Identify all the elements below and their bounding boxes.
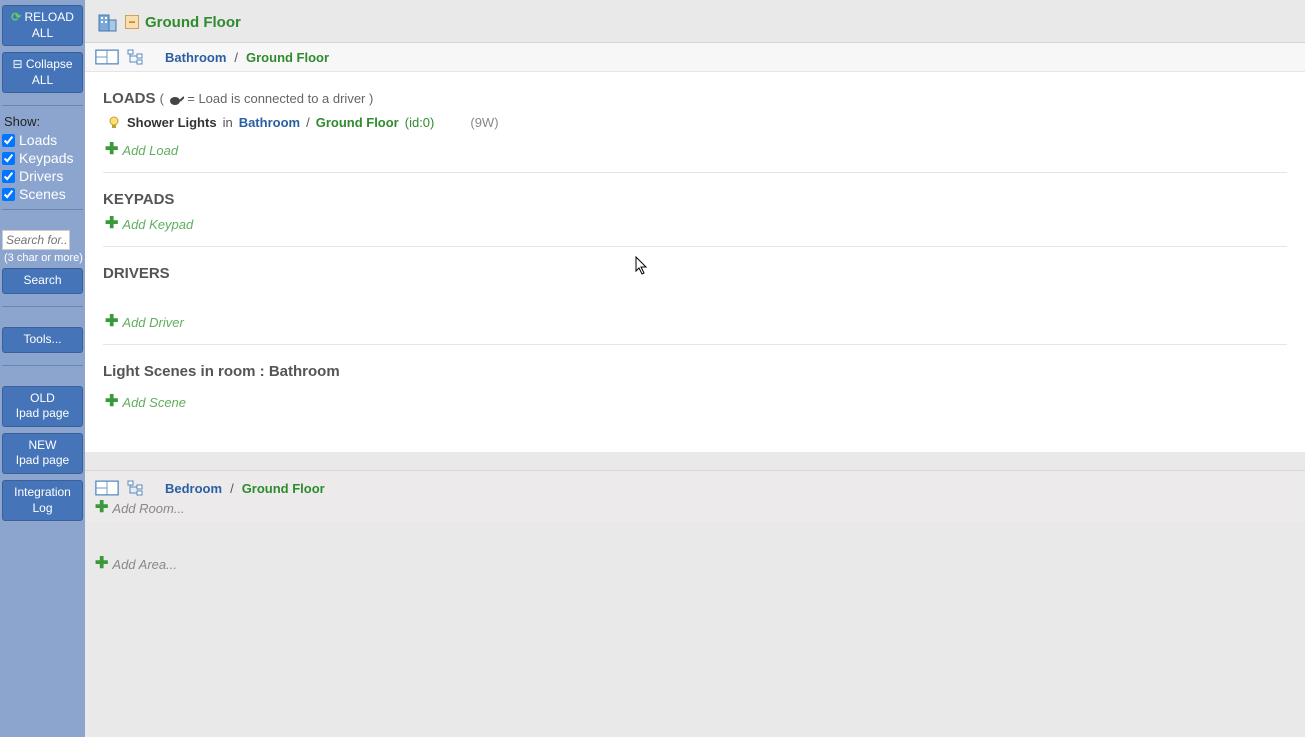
- room-bathroom-body: LOADS ( = Load is connected to a driver …: [85, 72, 1305, 452]
- drivers-title: DRIVERS: [103, 265, 1287, 282]
- reload-icon: ⟳: [11, 10, 24, 24]
- show-label: Show:: [2, 112, 83, 131]
- loads-section: LOADS ( = Load is connected to a driver …: [103, 90, 1287, 173]
- drivers-section: DRIVERS ✚Add Driver: [103, 265, 1287, 345]
- show-loads-toggle[interactable]: Loads: [2, 131, 83, 149]
- show-loads-checkbox[interactable]: [2, 134, 15, 147]
- load-area-link[interactable]: Ground Floor: [316, 115, 399, 130]
- add-load-button[interactable]: ✚Add Load: [103, 140, 1287, 166]
- area-title[interactable]: Ground Floor: [145, 14, 241, 31]
- search-hint: (3 char or more): [2, 250, 83, 268]
- scenes-title: Light Scenes in room : Bathroom: [103, 363, 1287, 380]
- old-ipad-page-button[interactable]: OLD Ipad page: [2, 386, 83, 427]
- collapse-all-button[interactable]: ⊟ Collapse ALL: [2, 52, 83, 93]
- main-content: − Ground Floor Bathroom/ Ground Floor: [85, 0, 1305, 737]
- scenes-section: Light Scenes in room : Bathroom ✚Add Sce…: [103, 363, 1287, 424]
- room-bathroom-link[interactable]: Bathroom: [165, 50, 226, 65]
- add-scene-button[interactable]: ✚Add Scene: [103, 392, 1287, 418]
- room-plan-icon[interactable]: [95, 49, 119, 65]
- room-plan-icon[interactable]: [95, 480, 119, 496]
- show-scenes-toggle[interactable]: Scenes: [2, 185, 83, 203]
- plus-icon: ✚: [95, 556, 108, 572]
- load-name: Shower Lights: [127, 115, 217, 130]
- divider: [2, 306, 83, 307]
- room-bathroom: Bathroom/ Ground Floor LOADS ( = Load is…: [85, 42, 1305, 452]
- tools-button[interactable]: Tools...: [2, 327, 83, 353]
- load-shower-lights[interactable]: Shower Lights in Bathroom / Ground Floor…: [103, 113, 1287, 140]
- loads-title: LOADS ( = Load is connected to a driver …: [103, 90, 1287, 107]
- plus-icon: ✚: [105, 142, 118, 158]
- room-bedroom-header: Bedroom/ Ground Floor: [85, 470, 1305, 500]
- tree-icon[interactable]: [127, 480, 143, 496]
- reload-all-button[interactable]: ⟳ RELOAD ALL: [2, 5, 83, 46]
- plus-icon: ✚: [105, 314, 118, 330]
- show-drivers-checkbox[interactable]: [2, 170, 15, 183]
- plus-icon: ✚: [105, 216, 118, 232]
- add-area-button[interactable]: ✚Add Area...: [85, 556, 1305, 578]
- search-input[interactable]: [2, 230, 70, 250]
- add-room-button[interactable]: ✚Add Room...: [85, 500, 1305, 522]
- keypads-title: KEYPADS: [103, 191, 1287, 208]
- show-keypads-toggle[interactable]: Keypads: [2, 149, 83, 167]
- plus-icon: ✚: [105, 394, 118, 410]
- building-icon: [95, 10, 119, 34]
- show-scenes-checkbox[interactable]: [2, 188, 15, 201]
- area-header: − Ground Floor: [85, 0, 1305, 42]
- new-ipad-page-button[interactable]: NEW Ipad page: [2, 433, 83, 474]
- room-bathroom-area-link[interactable]: Ground Floor: [246, 50, 329, 65]
- area-collapse-toggle[interactable]: −: [125, 15, 139, 29]
- load-id: (id:0): [405, 115, 435, 130]
- load-watts: (9W): [470, 115, 498, 130]
- show-keypads-checkbox[interactable]: [2, 152, 15, 165]
- add-keypad-button[interactable]: ✚Add Keypad: [103, 214, 1287, 240]
- bulb-icon: [107, 116, 121, 130]
- divider: [2, 365, 83, 366]
- integration-log-button[interactable]: Integration Log: [2, 480, 83, 521]
- plug-icon: [168, 93, 184, 107]
- divider: [2, 209, 83, 210]
- sidebar: ⟳ RELOAD ALL ⊟ Collapse ALL Show: Loads …: [0, 0, 85, 737]
- load-room-link[interactable]: Bathroom: [239, 115, 300, 130]
- plus-icon: ✚: [95, 500, 108, 516]
- room-bathroom-header: Bathroom/ Ground Floor: [85, 43, 1305, 72]
- search-button[interactable]: Search: [2, 268, 83, 294]
- tree-icon[interactable]: [127, 49, 143, 65]
- divider: [2, 105, 83, 106]
- room-bedroom-area-link[interactable]: Ground Floor: [242, 481, 325, 496]
- add-driver-button[interactable]: ✚Add Driver: [103, 312, 1287, 338]
- show-drivers-toggle[interactable]: Drivers: [2, 167, 83, 185]
- room-bedroom-link[interactable]: Bedroom: [165, 481, 222, 496]
- keypads-section: KEYPADS ✚Add Keypad: [103, 191, 1287, 247]
- collapse-icon: ⊟: [12, 57, 25, 71]
